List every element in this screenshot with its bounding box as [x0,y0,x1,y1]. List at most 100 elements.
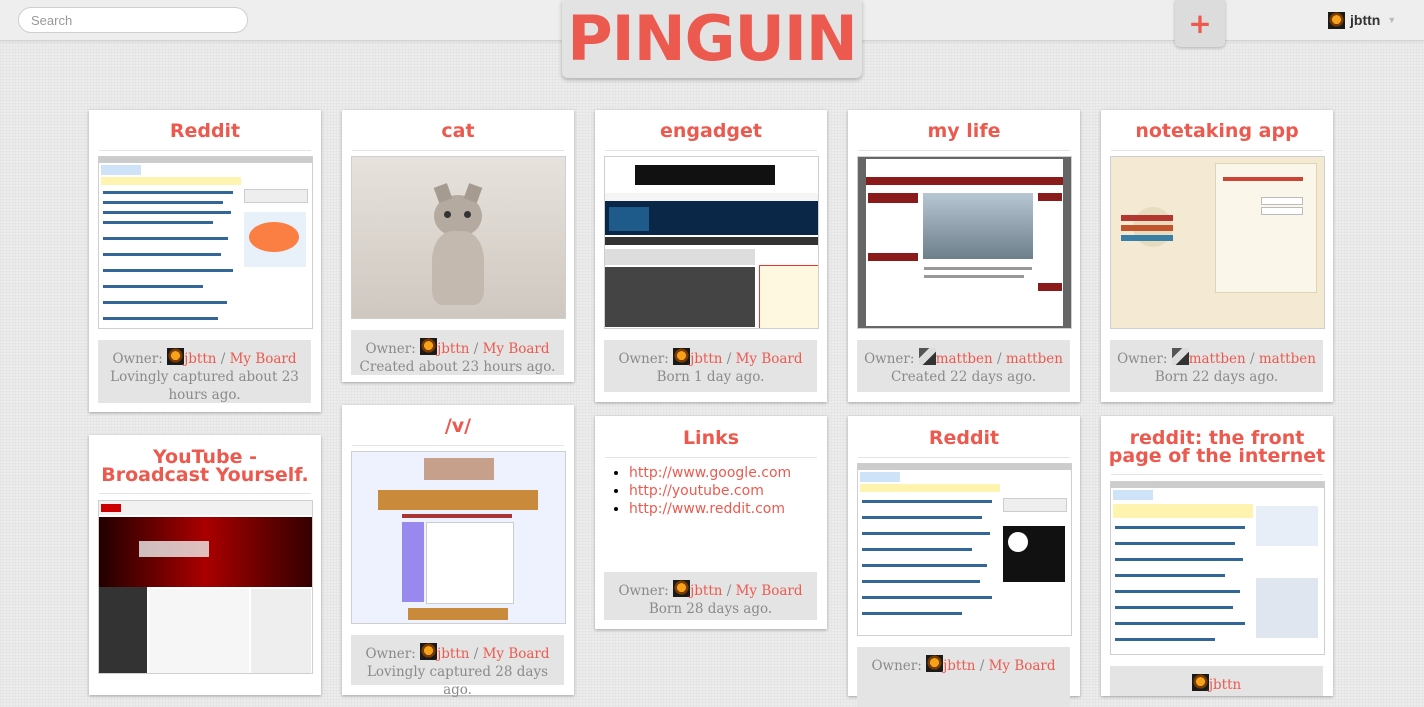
owner-link[interactable]: jbttn [437,646,469,662]
pin-meta: Owner: jbttn / My Board Lovingly capture… [351,635,564,698]
owner-label: Owner: [365,341,416,357]
owner-link[interactable]: jbttn [437,341,469,357]
pin-card[interactable]: Reddit Owner: jbttn / My Board Lovingly … [89,110,321,412]
search-input[interactable] [18,7,248,33]
owner-avatar [420,643,438,660]
pin-title[interactable]: reddit: the front page of the internet [1101,416,1333,466]
pin-caption: Created 22 days ago. [890,369,1037,385]
divider [858,457,1070,458]
owner-link[interactable]: jbttn [690,351,722,367]
board-link[interactable]: My Board [736,351,803,367]
board-link[interactable]: My Board [230,351,297,367]
links-list: http://www.google.com http://youtube.com… [629,464,791,518]
pin-meta: Owner: mattben / mattben Born 22 days ag… [1110,340,1323,392]
link[interactable]: http://www.google.com [629,465,791,481]
board-link[interactable]: My Board [483,341,550,357]
pin-title[interactable]: /v/ [342,405,574,436]
pin-thumbnail[interactable] [98,500,313,674]
owner-label: Owner: [871,658,922,674]
pin-title[interactable]: notetaking app [1101,110,1333,141]
pin-meta: Owner: jbttn / My Board Born 1 day ago. [604,340,817,392]
pin-card[interactable]: engadget Owner: jbttn / My Board Born 1 … [595,110,827,402]
owner-link[interactable]: jbttn [943,658,975,674]
owner-label: Owner: [618,351,669,367]
owner-avatar [1171,348,1189,365]
pin-title[interactable]: Reddit [848,416,1080,448]
owner-avatar [420,338,438,355]
pin-caption: Born 22 days ago. [1154,369,1279,385]
pin-title[interactable]: my life [848,110,1080,141]
pin-card[interactable]: YouTube - Broadcast Yourself. [89,435,321,695]
owner-label: Owner: [618,583,669,599]
divider [1111,474,1323,475]
owner-avatar [673,348,691,365]
divider [352,150,564,151]
pin-card[interactable]: my life Owner: mattben / mattben Created… [848,110,1080,402]
owner-link[interactable]: jbttn [690,583,722,599]
owner-avatar [1191,674,1209,691]
owner-link[interactable]: mattben [936,351,993,367]
user-menu[interactable]: jbttn ▼ [1328,10,1396,30]
divider [99,150,311,151]
pin-caption: Created about 23 hours ago. [359,359,556,375]
divider [858,150,1070,151]
link[interactable]: http://www.reddit.com [629,501,785,517]
divider [352,445,564,446]
list-item: http://www.reddit.com [629,500,791,518]
pin-card[interactable]: Reddit Owner: jbttn / My Board [848,416,1080,707]
divider [99,493,311,494]
pin-meta: Owner: jbttn / My Board Born 28 days ago… [604,572,817,620]
board-link[interactable]: My Board [989,658,1056,674]
logo-text: PINGUIN [567,2,858,75]
board-link[interactable]: mattben [1006,351,1063,367]
pin-meta: Owner: mattben / mattben Created 22 days… [857,340,1070,392]
owner-label: Owner: [365,646,416,662]
divider [605,150,817,151]
divider [605,457,817,458]
user-name: jbttn [1350,12,1381,28]
divider [1111,150,1323,151]
owner-link[interactable]: mattben [1189,351,1246,367]
board-link[interactable]: mattben [1259,351,1316,367]
board-link[interactable]: My Board [736,583,803,599]
board-link[interactable]: My Board [483,646,550,662]
pin-meta: jbttn [1110,666,1323,696]
chevron-down-icon: ▼ [1387,15,1397,25]
owner-label: Owner: [864,351,915,367]
pin-meta: Owner: jbttn / My Board Lovingly capture… [98,340,311,403]
owner-avatar [673,580,691,597]
pin-title[interactable]: cat [342,110,574,141]
pin-caption: Born 28 days ago. [648,601,773,617]
add-pin-button[interactable]: + [1175,0,1225,47]
pin-card[interactable]: Links http://www.google.com http://youtu… [595,416,827,629]
pin-meta: Owner: jbttn / My Board [857,647,1070,707]
pin-thumbnail[interactable] [351,451,566,624]
plus-icon: + [1188,7,1212,40]
pin-thumbnail[interactable] [1110,156,1325,329]
pin-card[interactable]: notetaking app Owner: mattben / mattben … [1101,110,1333,402]
pin-card[interactable]: /v/ Owner: jbttn / My Board Lovingly cap… [342,405,574,698]
pin-thumbnail[interactable] [857,156,1072,329]
pin-thumbnail[interactable] [1110,481,1325,655]
pin-title[interactable]: Links [595,416,827,448]
pin-thumbnail[interactable] [351,156,566,319]
owner-link[interactable]: jbttn [184,351,216,367]
site-logo[interactable]: PINGUIN [562,0,862,78]
pin-caption: Lovingly captured about 23 hours ago. [110,369,299,403]
link[interactable]: http://youtube.com [629,483,764,499]
list-item: http://youtube.com [629,482,791,500]
owner-link[interactable]: jbttn [1209,677,1241,693]
pin-card[interactable]: reddit: the front page of the internet j… [1101,416,1333,696]
pin-caption: Lovingly captured 28 days ago. [366,664,549,698]
pin-title[interactable]: engadget [595,110,827,141]
user-avatar [1328,11,1345,29]
pin-thumbnail[interactable] [857,463,1072,636]
pin-title[interactable]: Reddit [89,110,321,141]
owner-label: Owner: [1117,351,1168,367]
pin-thumbnail[interactable] [98,156,313,329]
pin-title[interactable]: YouTube - Broadcast Yourself. [89,435,321,485]
owner-label: Owner: [112,351,163,367]
pin-thumbnail[interactable] [604,156,819,329]
pin-card[interactable]: cat Owner: jbttn / My Board Created abou… [342,110,574,382]
owner-avatar [926,655,944,672]
